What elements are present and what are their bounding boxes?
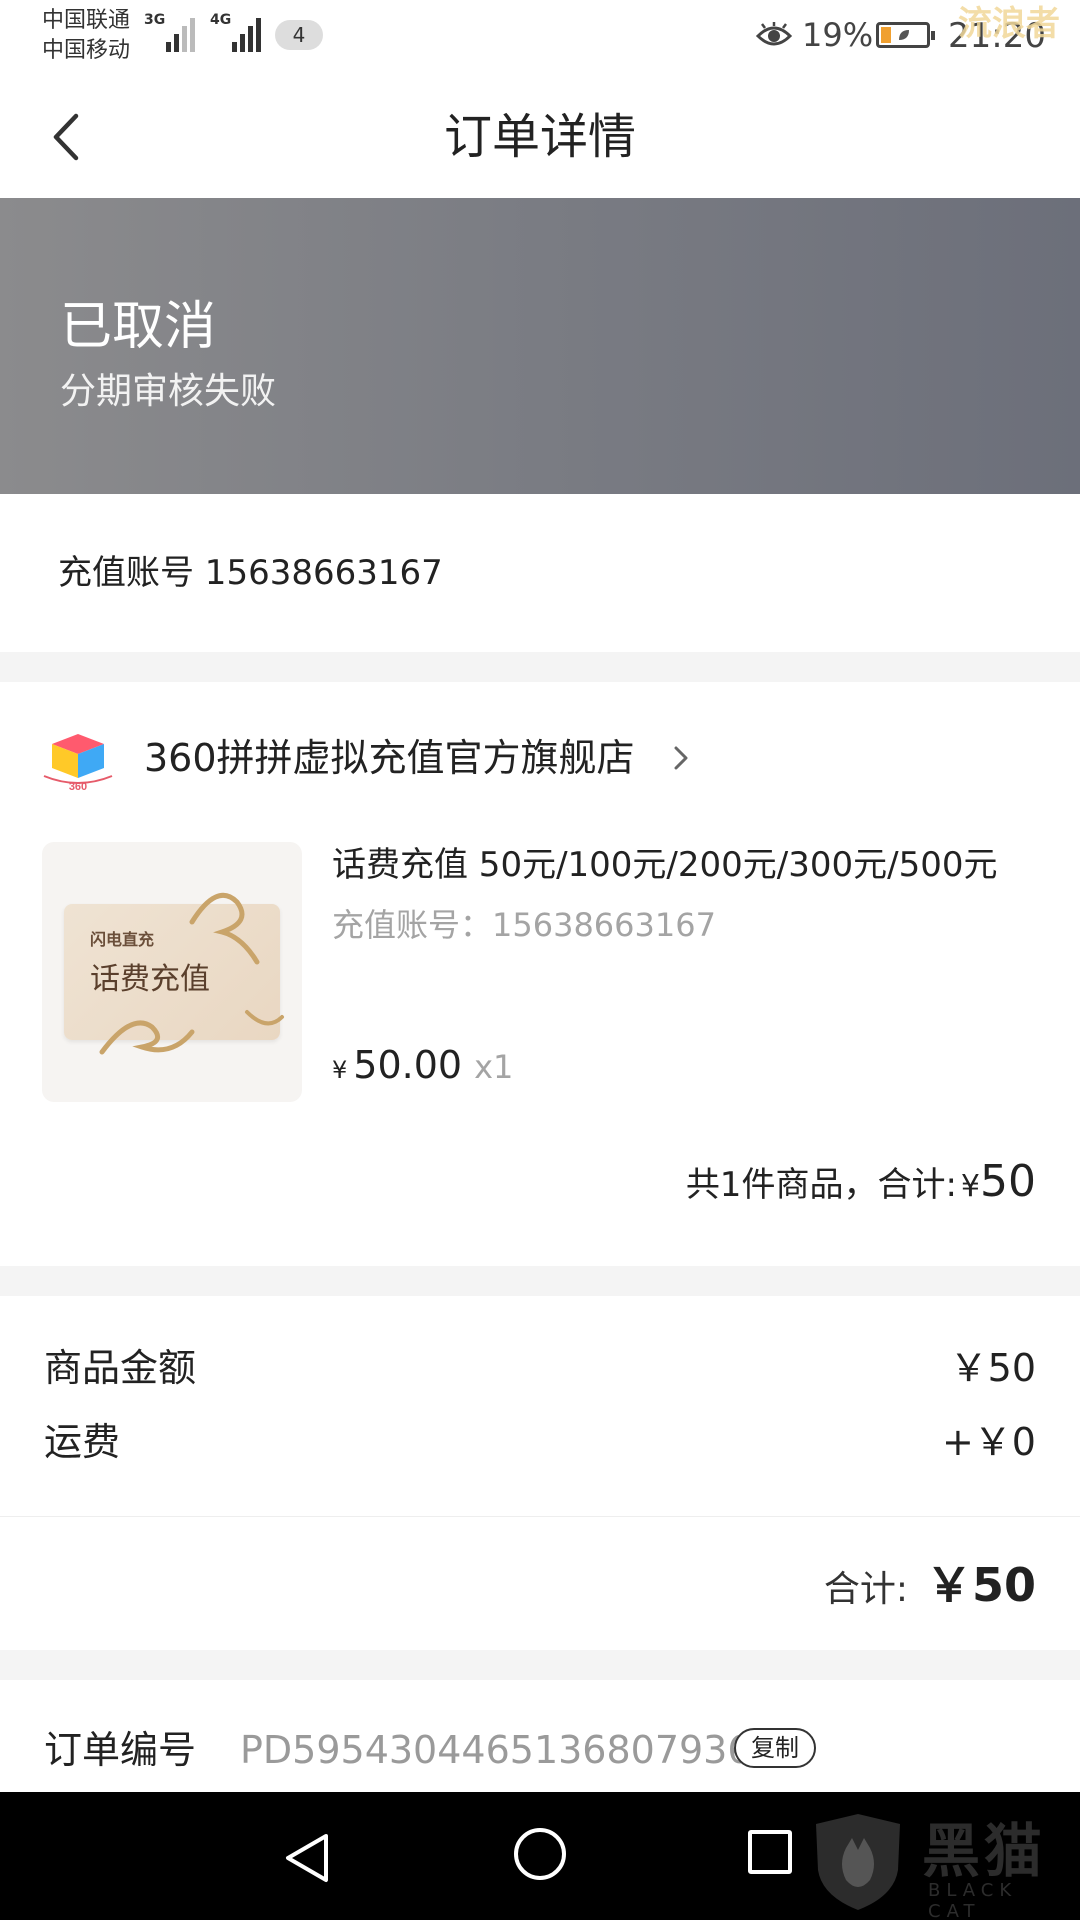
signal-4g-icon: 4G <box>210 12 266 52</box>
status-bar: 中国联通 中国移动 3G 4G 4 19% 21:20 流浪者 <box>0 0 1080 76</box>
shipping-value: +￥0 <box>941 1420 1036 1464</box>
nav-recent-apps-icon[interactable] <box>748 1830 792 1874</box>
shipping-label: 运费 <box>44 1420 121 1464</box>
gold-ribbon-icon <box>99 892 284 1055</box>
battery-percent: 19% <box>802 16 874 54</box>
total-label: 合计: <box>823 1569 908 1610</box>
page-title: 订单详情 <box>443 109 636 165</box>
summary-currency: ¥ <box>960 1169 980 1204</box>
recharge-account-text: 充值账号 15638663167 <box>58 553 443 593</box>
fee-divider <box>0 1516 1080 1517</box>
goods-amount-value: ￥50 <box>949 1346 1036 1390</box>
order-status-title: 已取消 <box>60 297 217 357</box>
goods-price-currency: ¥ <box>332 1056 348 1084</box>
shipping-row: 运费 +￥0 <box>44 1412 1036 1472</box>
order-status-banner: 已取消 分期审核失败 <box>0 198 1080 494</box>
notification-count-badge: 4 <box>275 20 323 50</box>
goods-account: 充值账号：15638663167 <box>332 906 716 944</box>
carrier-labels: 中国联通 中国移动 <box>42 6 130 66</box>
goods-amount-label: 商品金额 <box>44 1346 197 1390</box>
navigation-bar: 订单详情 <box>0 76 1080 198</box>
total-value: ￥50 <box>925 1558 1036 1612</box>
goods-price-row: ¥50.00 x1 <box>332 1040 513 1098</box>
screen: 中国联通 中国移动 3G 4G 4 19% 21:20 流浪者 订单详情 已取消… <box>0 0 1080 1920</box>
summary-amount: 50 <box>980 1156 1036 1207</box>
brand-watermark-sub: BLACK CAT <box>928 1880 1018 1920</box>
carrier-1: 中国联通 <box>42 8 131 33</box>
store-name-link[interactable]: 360拼拼虚拟充值官方旗舰店 <box>144 728 635 788</box>
goods-title[interactable]: 话费充值 50元/100元/200元/300元/500元 <box>332 840 997 890</box>
recharge-account-section: 充值账号 15638663167 <box>0 494 1080 652</box>
copy-order-number-button[interactable]: 复制 <box>734 1728 816 1768</box>
store-goods-section: 360 360拼拼虚拟充值官方旗舰店 闪电直充 话费充值 话费充值 50元/10… <box>0 682 1080 1266</box>
order-status-subtitle: 分期审核失败 <box>60 371 277 412</box>
chevron-right-icon[interactable] <box>672 744 690 772</box>
summary-text: 共1件商品，合计: <box>685 1165 957 1205</box>
eye-comfort-icon <box>756 22 792 46</box>
battery-icon <box>876 22 935 48</box>
store-logo-icon[interactable]: 360 <box>40 730 116 792</box>
system-navigation-bar: 黑猫 BLACK CAT <box>0 1792 1080 1920</box>
signal-3g-icon: 3G <box>144 12 196 52</box>
signal-3g-label: 3G <box>144 12 166 28</box>
nav-back-icon[interactable] <box>282 1832 332 1884</box>
carrier-2: 中国移动 <box>42 38 131 63</box>
fee-breakdown-section: 商品金额 ￥50 运费 +￥0 合计: ￥50 <box>0 1296 1080 1650</box>
goods-quantity: x1 <box>474 1048 514 1086</box>
goods-amount-row: 商品金额 ￥50 <box>44 1338 1036 1398</box>
goods-price: 50.00 <box>353 1043 463 1087</box>
back-arrow-icon[interactable] <box>46 110 90 164</box>
order-number-section: 订单编号 PD595430446513680793​6 复制 <box>0 1680 1080 1792</box>
watermark-text: 流浪者 <box>958 4 1060 44</box>
signal-4g-label: 4G <box>210 12 232 28</box>
total-row: 合计: ￥50 <box>824 1550 1036 1631</box>
goods-thumbnail[interactable]: 闪电直充 话费充值 <box>42 842 302 1102</box>
brand-watermark-name: 黑猫 <box>922 1817 1047 1885</box>
order-summary: 共1件商品，合计: ¥50 <box>686 1152 1036 1221</box>
black-cat-logo-icon <box>816 1814 900 1910</box>
nav-home-icon[interactable] <box>514 1828 566 1880</box>
store-logo-label: 360 <box>69 781 87 792</box>
